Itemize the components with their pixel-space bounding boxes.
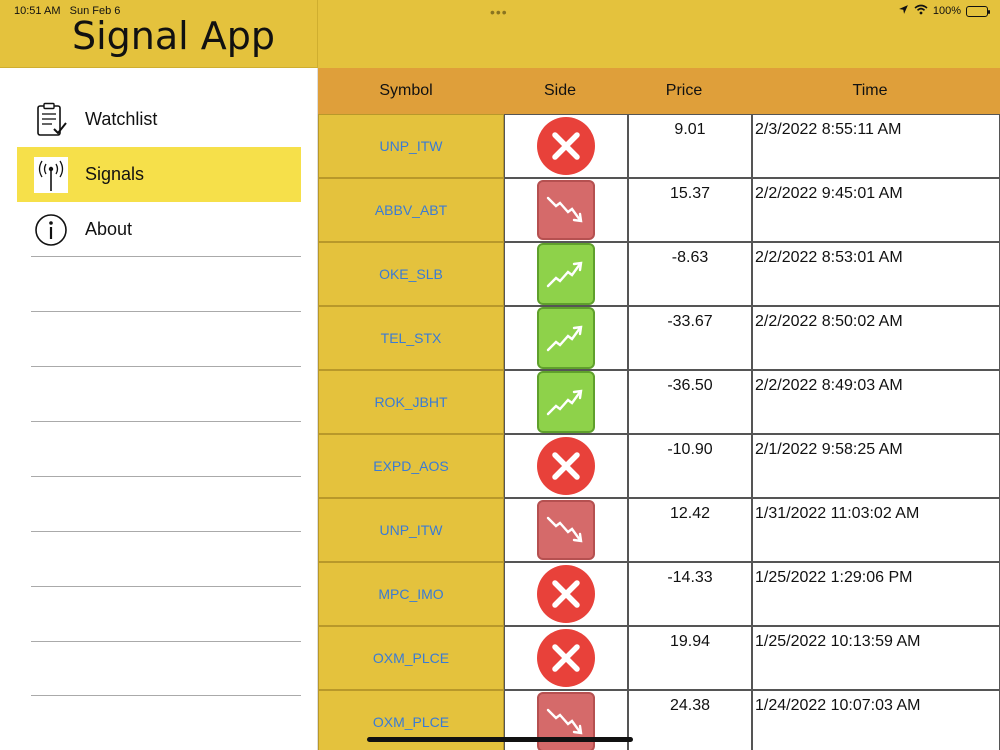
symbol-link[interactable]: OXM_PLCE	[373, 650, 449, 666]
symbol-link[interactable]: ABBV_ABT	[375, 202, 447, 218]
location-icon	[898, 4, 909, 18]
battery-icon	[966, 5, 990, 17]
table-row[interactable]: EXPD_AOS -10.90 2/1/2022 9:58:25 AM	[318, 434, 1000, 498]
divider	[31, 311, 301, 312]
price-cell: 9.01	[628, 114, 752, 178]
status-bar-right: 100%	[898, 4, 990, 18]
table-row[interactable]: MPC_IMO -14.33 1/25/2022 1:29:06 PM	[318, 562, 1000, 626]
time-cell: 2/2/2022 8:50:02 AM	[752, 306, 1000, 370]
symbol-cell[interactable]: EXPD_AOS	[318, 434, 504, 498]
side-cell[interactable]	[504, 370, 628, 434]
divider	[31, 421, 301, 422]
multitasking-dots-icon[interactable]: •••	[490, 4, 508, 20]
symbol-link[interactable]: EXPD_AOS	[373, 458, 448, 474]
table-row[interactable]: TEL_STX -33.67 2/2/2022 8:50:02 AM	[318, 306, 1000, 370]
sidebar-item-about[interactable]: About	[17, 202, 301, 257]
symbol-cell[interactable]: ROK_JBHT	[318, 370, 504, 434]
signal-tower-icon	[33, 156, 69, 193]
divider	[31, 586, 301, 587]
column-header-time[interactable]: Time	[752, 82, 988, 100]
symbol-cell[interactable]: MPC_IMO	[318, 562, 504, 626]
time-cell: 1/25/2022 1:29:06 PM	[752, 562, 1000, 626]
trend-down-icon[interactable]	[537, 180, 595, 240]
wifi-icon	[914, 4, 928, 18]
table-row[interactable]: ROK_JBHT -36.50 2/2/2022 8:49:03 AM	[318, 370, 1000, 434]
price-cell: -14.33	[628, 562, 752, 626]
time-cell: 1/31/2022 11:03:02 AM	[752, 498, 1000, 562]
trend-up-icon[interactable]	[537, 307, 595, 369]
trend-up-icon[interactable]	[537, 371, 595, 433]
price-cell: 15.37	[628, 178, 752, 242]
sidebar-item-label: Watchlist	[85, 109, 158, 129]
time-cell: 1/24/2022 10:07:03 AM	[752, 690, 1000, 750]
symbol-link[interactable]: OXM_PLCE	[373, 714, 449, 730]
side-cell[interactable]	[504, 626, 628, 690]
sidebar: Watchlist Signals About	[0, 68, 318, 750]
sidebar-item-label: About	[85, 219, 133, 239]
column-header-price[interactable]: Price	[628, 82, 740, 100]
table-row[interactable]: OKE_SLB -8.63 2/2/2022 8:53:01 AM	[318, 242, 1000, 306]
time-cell: 2/2/2022 8:53:01 AM	[752, 242, 1000, 306]
divider	[31, 256, 301, 257]
price-cell: 19.94	[628, 626, 752, 690]
home-indicator[interactable]	[367, 737, 633, 742]
divider	[31, 366, 301, 367]
battery-percent: 100%	[932, 5, 961, 17]
divider	[31, 531, 301, 532]
symbol-link[interactable]: UNP_ITW	[380, 522, 443, 538]
side-cell[interactable]	[504, 434, 628, 498]
divider	[31, 476, 301, 477]
sidebar-item-signals[interactable]: Signals	[17, 147, 301, 202]
table-row[interactable]: UNP_ITW 12.42 1/31/2022 11:03:02 AM	[318, 498, 1000, 562]
time-cell: 1/25/2022 10:13:59 AM	[752, 626, 1000, 690]
symbol-cell[interactable]: UNP_ITW	[318, 498, 504, 562]
sidebar-item-watchlist[interactable]: Watchlist	[17, 92, 301, 147]
column-header-symbol[interactable]: Symbol	[318, 82, 494, 100]
close-signal-icon[interactable]	[537, 565, 595, 623]
column-header-side[interactable]: Side	[504, 82, 616, 100]
clipboard-icon	[33, 102, 69, 138]
table-row[interactable]: UNP_ITW 9.01 2/3/2022 8:55:11 AM	[318, 114, 1000, 178]
price-cell: -8.63	[628, 242, 752, 306]
symbol-cell[interactable]: UNP_ITW	[318, 114, 504, 178]
symbol-cell[interactable]: OXM_PLCE	[318, 626, 504, 690]
side-cell[interactable]	[504, 562, 628, 626]
price-cell: 24.38	[628, 690, 752, 750]
divider	[31, 695, 301, 696]
symbol-link[interactable]: ROK_JBHT	[374, 394, 447, 410]
trend-up-icon[interactable]	[537, 243, 595, 305]
time-cell: 2/3/2022 8:55:11 AM	[752, 114, 1000, 178]
symbol-link[interactable]: OKE_SLB	[379, 266, 443, 282]
symbol-link[interactable]: TEL_STX	[381, 330, 442, 346]
price-cell: 12.42	[628, 498, 752, 562]
side-cell[interactable]	[504, 306, 628, 370]
symbol-cell[interactable]: OKE_SLB	[318, 242, 504, 306]
app-title: Signal App	[72, 14, 276, 58]
price-cell: -33.67	[628, 306, 752, 370]
time-cell: 2/2/2022 8:49:03 AM	[752, 370, 1000, 434]
table-header: Symbol Side Price Time	[318, 68, 1000, 114]
sidebar-item-label: Signals	[85, 164, 145, 184]
symbol-link[interactable]: UNP_ITW	[380, 138, 443, 154]
side-cell[interactable]	[504, 242, 628, 306]
table-row[interactable]: OXM_PLCE 19.94 1/25/2022 10:13:59 AM	[318, 626, 1000, 690]
side-cell[interactable]	[504, 178, 628, 242]
side-cell[interactable]	[504, 498, 628, 562]
symbol-link[interactable]: MPC_IMO	[378, 586, 443, 602]
time-cell: 2/2/2022 9:45:01 AM	[752, 178, 1000, 242]
status-time: 10:51 AM	[14, 5, 61, 17]
close-signal-icon[interactable]	[537, 437, 595, 495]
table-row[interactable]: ABBV_ABT 15.37 2/2/2022 9:45:01 AM	[318, 178, 1000, 242]
info-icon	[33, 212, 69, 248]
divider	[31, 641, 301, 642]
price-cell: -10.90	[628, 434, 752, 498]
time-cell: 2/1/2022 9:58:25 AM	[752, 434, 1000, 498]
close-signal-icon[interactable]	[537, 117, 595, 175]
symbol-cell[interactable]: TEL_STX	[318, 306, 504, 370]
price-cell: -36.50	[628, 370, 752, 434]
symbol-cell[interactable]: ABBV_ABT	[318, 178, 504, 242]
side-cell[interactable]	[504, 114, 628, 178]
trend-down-icon[interactable]	[537, 500, 595, 560]
close-signal-icon[interactable]	[537, 629, 595, 687]
